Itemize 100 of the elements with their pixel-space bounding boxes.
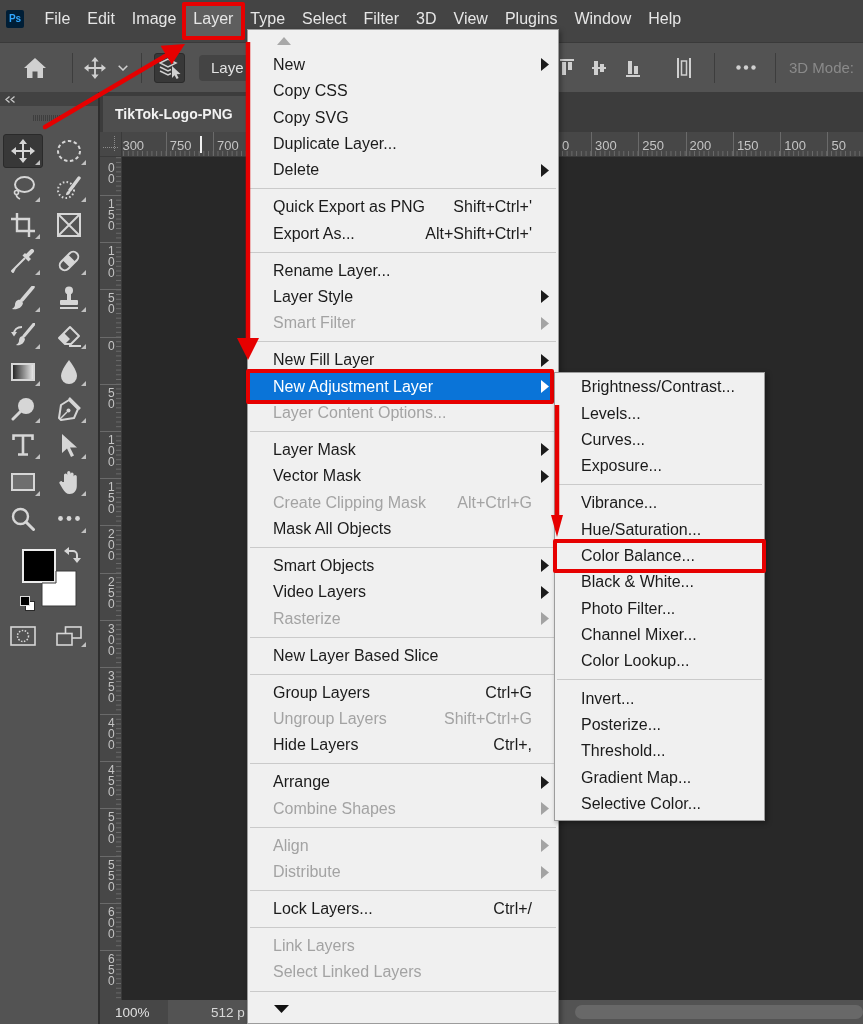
menu-item[interactable]: Posterize... <box>557 711 762 739</box>
ruler-label: 450 <box>108 765 115 799</box>
eyedropper-icon <box>11 249 35 274</box>
zoom-icon <box>11 506 35 531</box>
menu-bar-item[interactable]: View <box>445 4 497 28</box>
menu-item[interactable]: Quick Export as PNG Shift+Ctrl+' <box>250 194 550 221</box>
menu-item[interactable]: New <box>250 51 550 79</box>
more-options-icon[interactable] <box>736 65 756 70</box>
menu-item[interactable]: Mask All Objects <box>250 515 550 542</box>
ruler-label: 100 <box>784 138 806 153</box>
menu-bar-item[interactable]: Select <box>293 4 355 28</box>
menu-item[interactable]: Duplicate Layer... <box>250 130 550 158</box>
menu-bar-item[interactable]: Edit <box>78 4 124 28</box>
swap-colors-icon[interactable] <box>64 546 81 563</box>
menu-bar-item[interactable]: Window <box>565 4 640 28</box>
menu-item[interactable]: Hue/Saturation... <box>557 516 762 543</box>
dashed-ellipse-icon <box>57 140 81 162</box>
brush-icon <box>11 286 35 311</box>
ruler-label: 100 <box>108 246 115 280</box>
menu-item[interactable]: Brightness/Contrast... <box>557 374 762 401</box>
align-top-edges-icon[interactable] <box>560 58 574 77</box>
menu-item[interactable]: Smart Objects <box>250 552 550 580</box>
home-icon[interactable] <box>24 57 46 78</box>
menu-item[interactable]: Levels... <box>557 400 762 427</box>
menu-item[interactable]: Rename Layer... <box>250 257 550 284</box>
ruler-label: 0 <box>108 340 115 352</box>
distribute-spacing-icon[interactable] <box>677 57 691 78</box>
menu-item[interactable]: Vibrance... <box>557 490 762 517</box>
pen-nib-icon <box>57 396 81 421</box>
menu-item[interactable]: Delete <box>250 157 550 184</box>
ruler-label: 300 <box>122 138 145 153</box>
dotted-circle-brush-icon <box>57 175 81 200</box>
shortcut-label: Alt+Shift+Ctrl+' <box>425 224 532 243</box>
align-bottom-edges-icon[interactable] <box>626 58 640 77</box>
menu-bar-item[interactable]: Help <box>639 4 690 28</box>
menu-bar-item[interactable]: Type <box>241 4 294 28</box>
ruler-label: 100 <box>108 434 115 468</box>
tool-button[interactable] <box>3 134 43 168</box>
menu-item[interactable]: Layer Style <box>250 283 550 311</box>
gradient-icon <box>11 362 35 381</box>
document-tab[interactable]: TikTok-Logo-PNG <box>103 96 247 132</box>
menu-item[interactable]: Threshold... <box>557 738 762 765</box>
ruler-label: 300 <box>595 138 617 153</box>
menu-item[interactable]: Black & White... <box>557 569 762 596</box>
menu-item[interactable]: Color Balance... <box>557 542 762 570</box>
menu-item[interactable]: Copy CSS <box>250 78 550 105</box>
menu-item[interactable]: Photo Filter... <box>557 595 762 622</box>
collapse-icon[interactable] <box>5 95 15 103</box>
menu-item[interactable]: New Layer Based Slice <box>250 642 550 669</box>
type-icon <box>12 434 34 457</box>
menu-item[interactable]: Channel Mixer... <box>557 621 762 649</box>
menu-item[interactable]: Curves... <box>557 426 762 454</box>
ruler-origin-icon[interactable] <box>102 136 119 152</box>
menu-item[interactable]: Lock Layers... Ctrl+/ <box>250 895 550 923</box>
target-dropdown[interactable]: Laye <box>199 54 246 81</box>
menu-item[interactable]: Invert... <box>557 685 762 712</box>
menu-bar-item[interactable]: File <box>36 4 79 28</box>
menu-item[interactable]: Exposure... <box>557 453 762 480</box>
menu-bar-item[interactable]: Layer <box>184 4 242 38</box>
crossed-frame-icon <box>57 212 81 237</box>
menu-item[interactable]: Hide Layers Ctrl+, <box>250 732 550 759</box>
scroll-down-icon[interactable] <box>274 1005 289 1014</box>
app-logo[interactable]: Ps <box>6 10 24 28</box>
rectangle-icon <box>11 473 35 492</box>
stamp-icon <box>57 286 81 311</box>
ruler-label: 550 <box>108 859 115 893</box>
ruler-label: 200 <box>108 529 115 563</box>
ruler-label: 50 <box>108 293 115 316</box>
ruler-label: 250 <box>108 576 115 610</box>
drop-icon <box>61 359 77 384</box>
menu-item[interactable]: Copy SVG <box>250 104 550 131</box>
zoom-field[interactable]: 100% <box>100 1000 168 1024</box>
document-info: 512 p <box>211 1003 245 1022</box>
ruler-label: 150 <box>108 482 115 516</box>
menu-item[interactable]: Vector Mask <box>250 463 550 490</box>
menu-bar-item[interactable]: 3D <box>407 4 446 28</box>
default-colors-icon[interactable] <box>20 595 35 611</box>
ruler-label: 700 <box>217 138 239 153</box>
move-icon <box>11 139 35 163</box>
shortcut-label: Alt+Ctrl+G <box>457 493 532 512</box>
caret-down-icon[interactable] <box>118 64 128 71</box>
menu-item[interactable]: New Fill Layer <box>250 347 550 374</box>
foreground-color-swatch[interactable] <box>22 548 56 583</box>
menu-item[interactable]: Arrange <box>250 769 550 796</box>
menu-item[interactable]: Selective Color... <box>557 790 762 818</box>
move-icon[interactable] <box>84 56 106 79</box>
drag-handle-icon[interactable] <box>33 115 61 121</box>
menu-item[interactable]: Gradient Map... <box>557 764 762 791</box>
eraser-icon <box>57 323 81 347</box>
ruler-label: 600 <box>108 906 115 940</box>
menu-item[interactable]: Export As... Alt+Shift+Ctrl+' <box>250 220 550 247</box>
menu-bar-item[interactable]: Image <box>123 4 185 28</box>
menu-item[interactable]: Video Layers <box>250 579 550 606</box>
menu-bar-item[interactable]: Filter <box>355 4 408 28</box>
menu-item[interactable]: Color Lookup... <box>557 648 762 675</box>
align-vertical-centers-icon[interactable] <box>592 58 606 77</box>
menu-bar-item[interactable]: Plugins <box>496 4 566 28</box>
menu-item[interactable]: Group Layers Ctrl+G <box>250 679 550 706</box>
ruler-label: 400 <box>108 718 115 752</box>
menu-item[interactable]: Layer Mask <box>250 436 550 464</box>
